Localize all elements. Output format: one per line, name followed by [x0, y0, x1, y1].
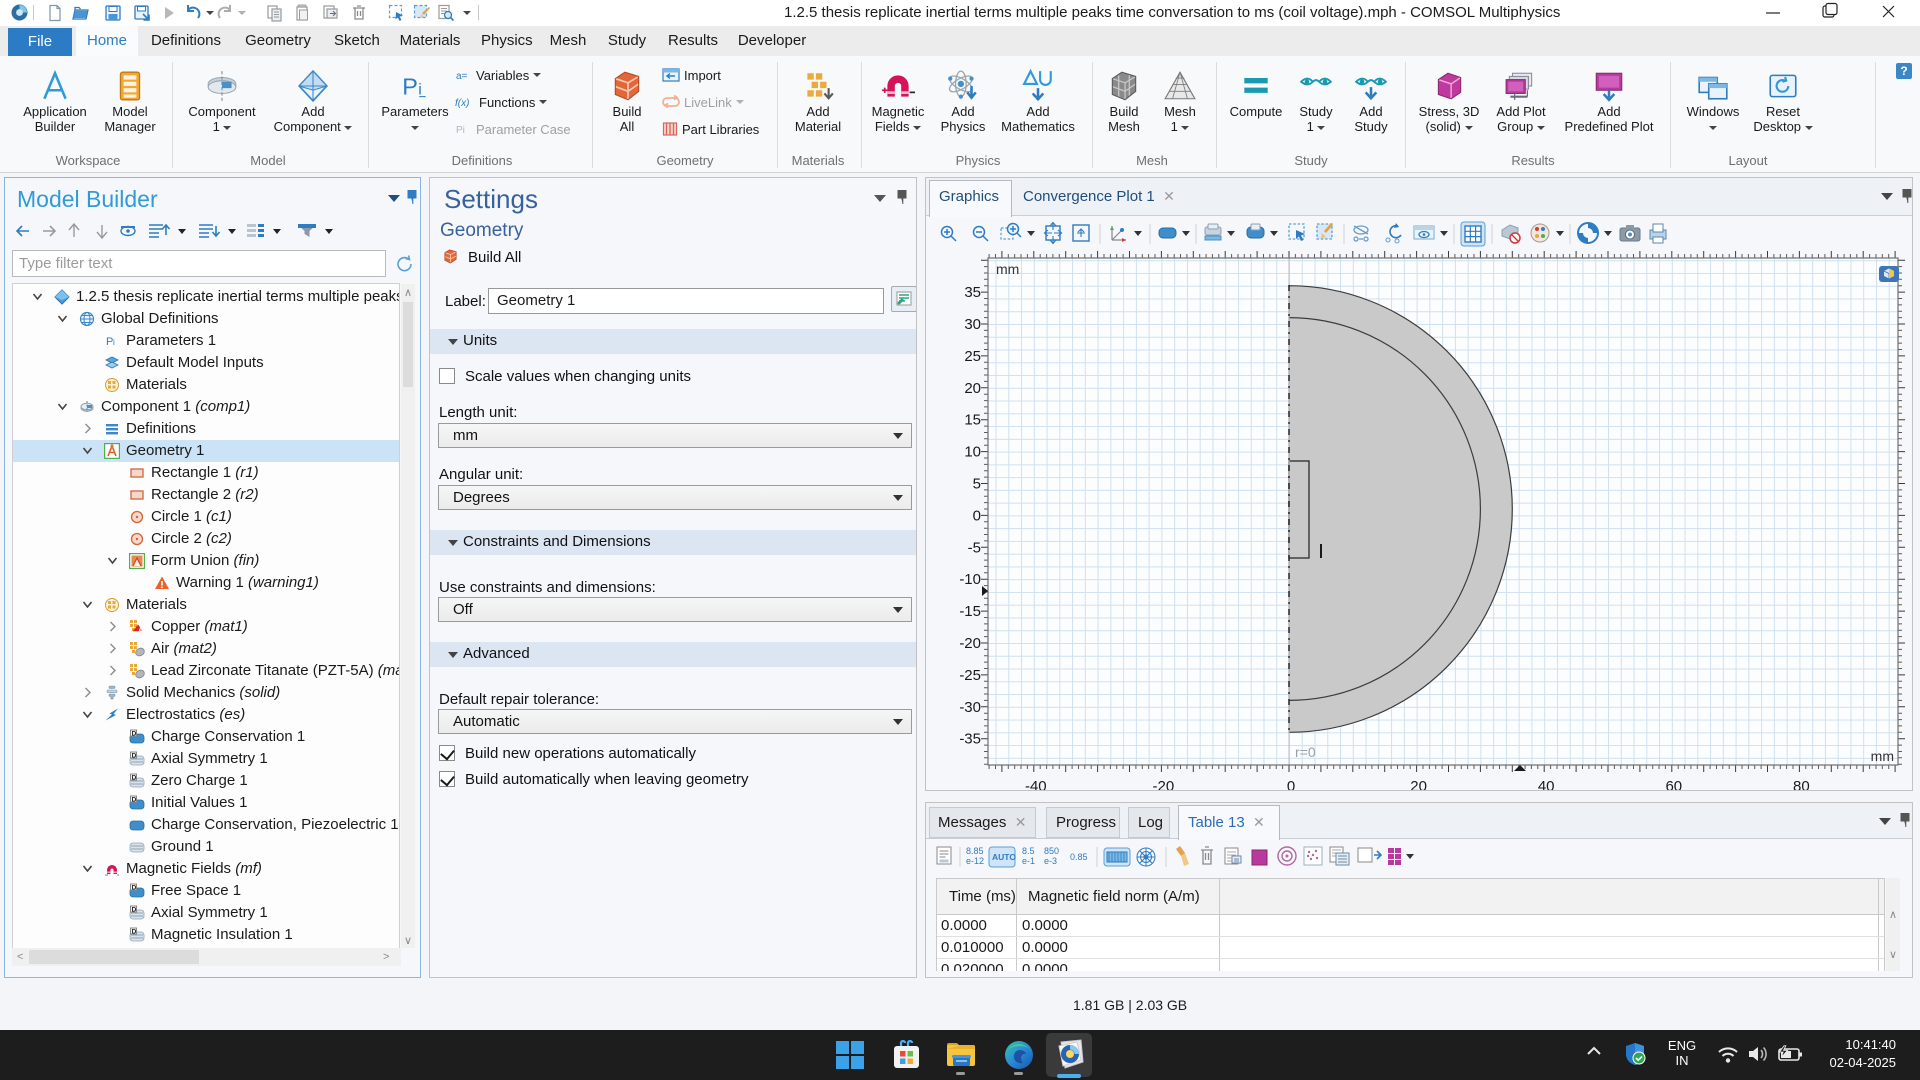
svg-text:8.5: 8.5: [1022, 846, 1035, 856]
svg-text:60: 60: [1665, 778, 1682, 790]
svg-text:20: 20: [1410, 778, 1427, 790]
svg-text:5: 5: [973, 476, 981, 493]
svg-text:-5: -5: [968, 539, 981, 556]
svg-text:P: P: [402, 74, 418, 100]
svg-text:e-1: e-1: [1022, 856, 1035, 866]
svg-text:mm: mm: [1871, 748, 1894, 764]
svg-text:-10: -10: [959, 571, 981, 588]
svg-text:850: 850: [1044, 846, 1059, 856]
svg-text:30: 30: [964, 316, 981, 333]
svg-text:r=0: r=0: [1295, 744, 1316, 760]
svg-text:-40: -40: [1025, 778, 1047, 790]
svg-text:e-3: e-3: [1044, 856, 1057, 866]
svg-text:i: i: [418, 82, 422, 99]
svg-text:80: 80: [1793, 778, 1810, 790]
svg-text:35: 35: [964, 284, 981, 301]
svg-text:0: 0: [973, 507, 981, 524]
svg-text:f(x): f(x): [455, 98, 469, 109]
svg-text:40: 40: [1538, 778, 1555, 790]
svg-text:-25: -25: [959, 667, 981, 684]
svg-text:10: 10: [964, 444, 981, 461]
svg-text:-15: -15: [959, 603, 981, 620]
svg-text:-30: -30: [959, 699, 981, 716]
svg-text:a=: a=: [456, 71, 468, 82]
svg-text:0: 0: [1287, 778, 1295, 790]
svg-text:Pi: Pi: [456, 125, 465, 136]
svg-text:-35: -35: [959, 731, 981, 748]
svg-text:-20: -20: [959, 635, 981, 652]
svg-text:-20: -20: [1153, 778, 1175, 790]
svg-text:0.85: 0.85: [1070, 852, 1088, 862]
svg-text:20: 20: [964, 380, 981, 397]
svg-text:25: 25: [964, 348, 981, 365]
svg-text:e-12: e-12: [966, 856, 984, 866]
svg-text:mm: mm: [996, 261, 1019, 277]
svg-text:15: 15: [964, 412, 981, 429]
svg-text:AUTO: AUTO: [992, 852, 1016, 862]
svg-text:8.85: 8.85: [966, 846, 984, 856]
